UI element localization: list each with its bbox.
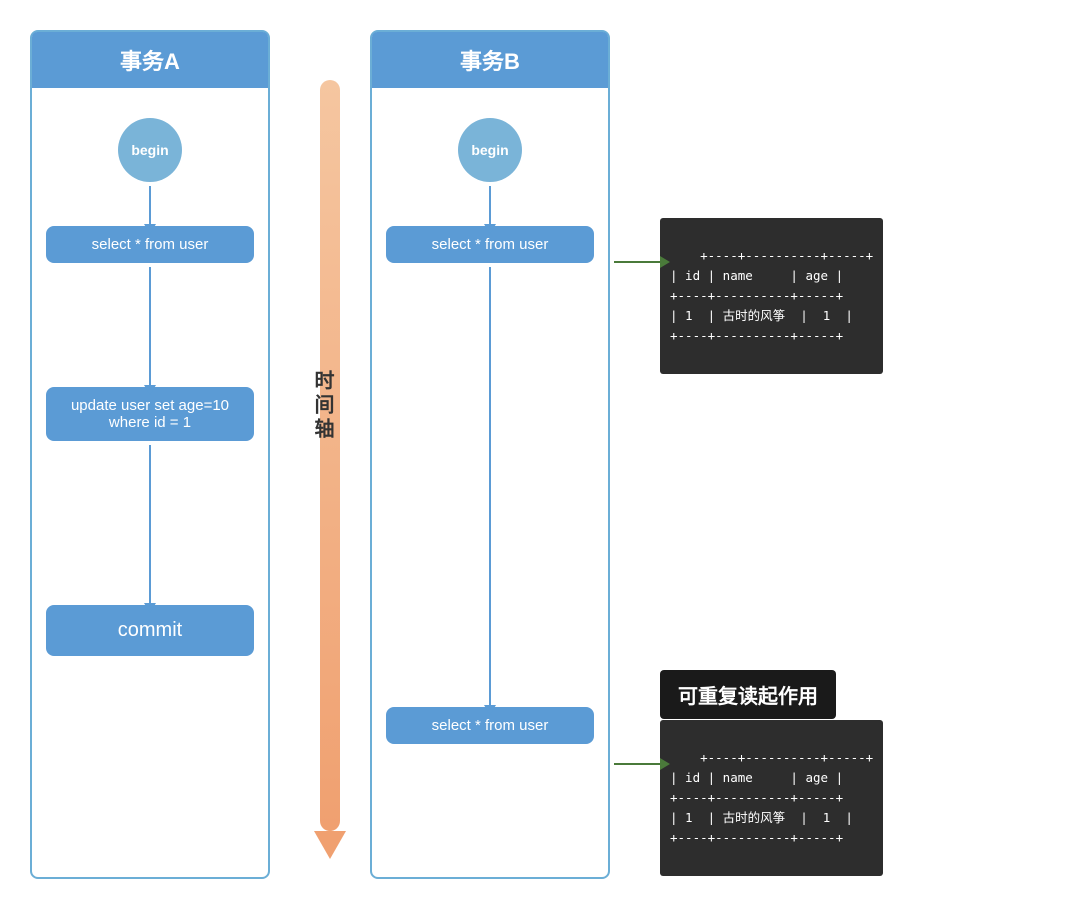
transaction-a-update: update user set age=10 where id = 1 [46,387,254,441]
arrow-b-select2-to-table2 [614,763,662,765]
flow-arrow-b-1 [489,186,491,226]
diagram-container: 事务A begin select * from user update user… [0,0,1080,909]
flow-arrow-3 [149,445,151,605]
transaction-a-column: 事务A begin select * from user update user… [30,30,270,879]
flow-arrow-2 [149,267,151,387]
arrow-b-select1-to-table1 [614,261,662,263]
time-axis-line [320,80,340,831]
time-axis-label: 时间轴 [308,370,337,442]
time-axis [305,80,355,859]
transaction-a-begin: begin [118,118,182,182]
db-table-2: +----+----------+-----+ | id | name | ag… [660,720,883,876]
transaction-b-header: 事务B [372,32,608,88]
transaction-a-header: 事务A [32,32,268,88]
transaction-b-column: 事务B begin select * from user select * fr… [370,30,610,879]
time-axis-arrow [314,831,346,859]
db-table-1: +----+----------+-----+ | id | name | ag… [660,218,883,374]
flow-arrow-b-2 [489,267,491,707]
flow-arrow-1 [149,186,151,226]
highlight-label: 可重复读起作用 [660,670,836,719]
transaction-b-begin: begin [458,118,522,182]
